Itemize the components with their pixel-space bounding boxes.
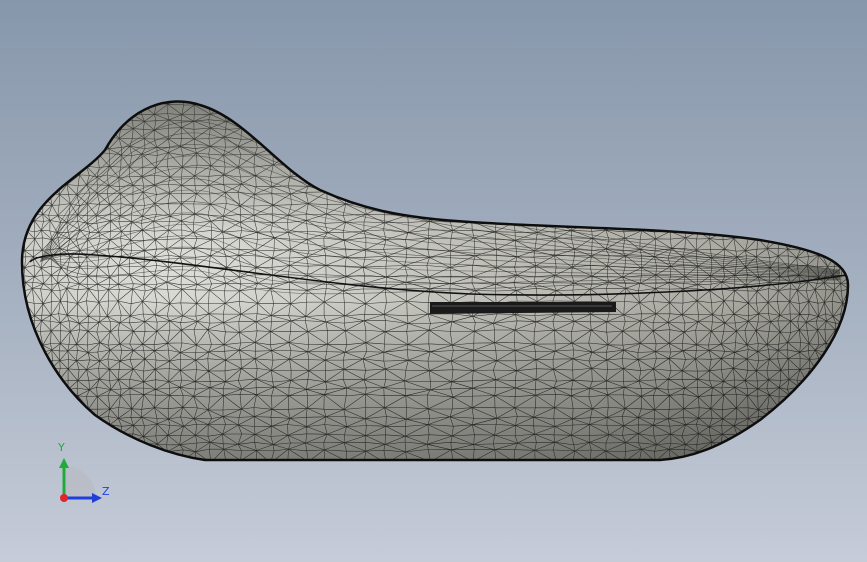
shading-overlay [22,101,848,460]
triad-z-label: Z [102,485,110,498]
slot-feature [430,302,616,314]
graphics-viewport[interactable]: Y Z [0,0,867,562]
x-axis-dot [60,494,68,502]
triad-y-label: Y [58,441,65,454]
mesh-model[interactable] [0,0,867,562]
orientation-triad: Y Z [50,440,120,510]
